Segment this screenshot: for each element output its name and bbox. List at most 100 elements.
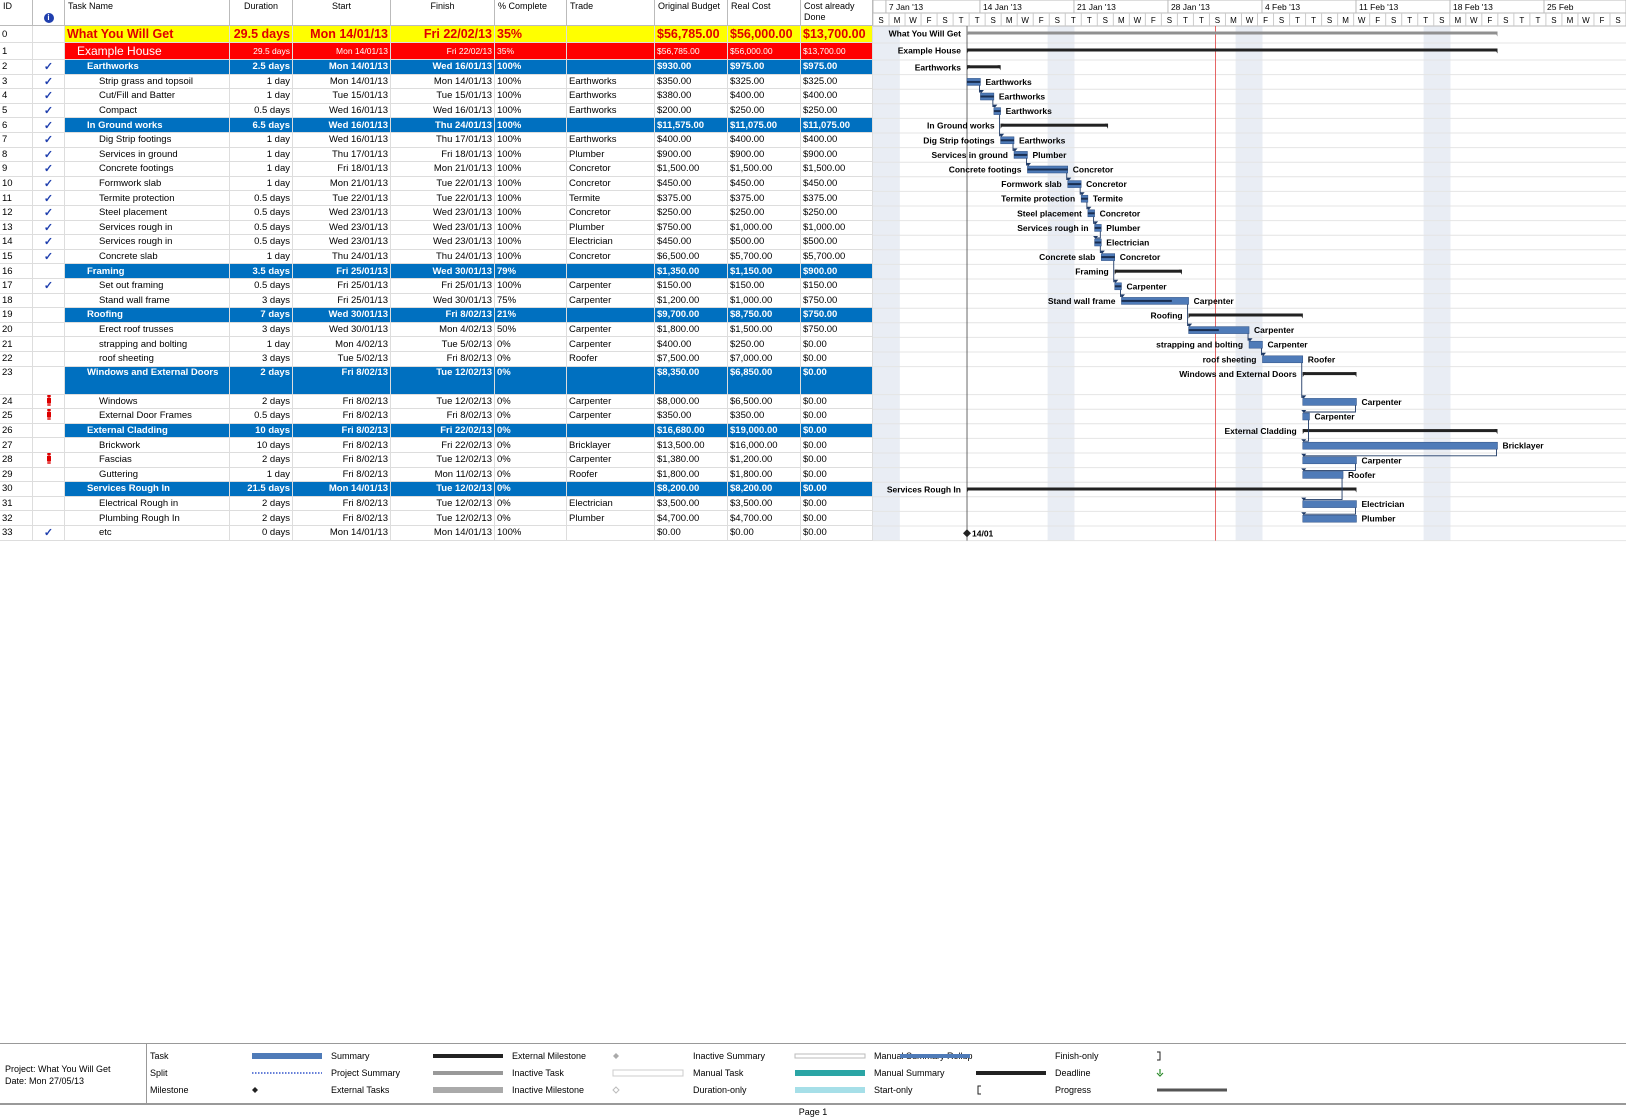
table-row[interactable]: 26 External Cladding 10 days Fri 8/02/13 Fri…	[0, 423, 873, 439]
cell-duration[interactable]: 0 days	[230, 526, 293, 541]
cell-start[interactable]: Mon 14/01/13	[293, 482, 391, 497]
cell-finish[interactable]: Mon 4/02/13	[391, 322, 495, 338]
table-row[interactable]: 10 ✓ Formwork slab 1 day Mon 21/01/13 Tue 22/…	[0, 176, 873, 192]
cell-trade[interactable]: Earthworks	[567, 74, 655, 90]
cell-id[interactable]: 0	[0, 26, 33, 43]
cell-complete[interactable]: 100%	[495, 526, 567, 541]
task-bar[interactable]	[1188, 326, 1250, 334]
cell-trade[interactable]: Carpenter	[567, 337, 655, 352]
cell-name[interactable]: Framing	[65, 264, 230, 279]
cell-name[interactable]: Strip grass and topsoil	[65, 74, 230, 90]
task-bar[interactable]	[1302, 456, 1357, 465]
cell-id[interactable]: 15	[0, 249, 33, 265]
cell-start[interactable]: Fri 8/02/13	[293, 423, 391, 439]
cell-name[interactable]: Stand wall frame	[65, 293, 230, 309]
cell-complete[interactable]: 0%	[495, 482, 567, 497]
cell-budget[interactable]: $350.00	[655, 74, 728, 90]
cell-duration[interactable]: 2.5 days	[230, 60, 293, 75]
cell-start[interactable]: Tue 22/01/13	[293, 191, 391, 206]
cell-done[interactable]: $0.00	[801, 366, 873, 395]
cell-done[interactable]: $250.00	[801, 206, 873, 221]
summary-bar[interactable]	[1302, 429, 1498, 435]
task-bar[interactable]	[1101, 253, 1115, 261]
cell-duration[interactable]: 3 days	[230, 352, 293, 367]
cell-duration[interactable]: 10 days	[230, 423, 293, 439]
cell-real[interactable]: $1,500.00	[728, 162, 801, 177]
cell-complete[interactable]: 100%	[495, 60, 567, 75]
cell-start[interactable]: Wed 23/01/13	[293, 235, 391, 250]
cell-done[interactable]: $13,700.00	[801, 26, 873, 43]
cell-finish[interactable]: Tue 15/01/13	[391, 89, 495, 104]
cell-trade[interactable]	[567, 60, 655, 75]
cell-name[interactable]: Plumbing Rough In	[65, 511, 230, 526]
cell-done[interactable]: $0.00	[801, 337, 873, 352]
task-bar[interactable]	[1087, 209, 1095, 218]
cell-complete[interactable]: 0%	[495, 352, 567, 367]
table-row[interactable]: 24 Windows 2 days Fri 8/02/13 Tue 12/02/13 0%…	[0, 394, 873, 410]
cell-real[interactable]: $6,850.00	[728, 366, 801, 395]
cell-start[interactable]: Wed 16/01/13	[293, 103, 391, 119]
cell-trade[interactable]	[567, 118, 655, 133]
cell-id[interactable]: 17	[0, 279, 33, 294]
cell-finish[interactable]: Fri 22/02/13	[391, 43, 495, 60]
cell-trade[interactable]: Earthworks	[567, 133, 655, 148]
cell-finish[interactable]: Mon 21/01/13	[391, 162, 495, 177]
cell-real[interactable]: $11,075.00	[728, 118, 801, 133]
cell-budget[interactable]: $0.00	[655, 526, 728, 541]
cell-real[interactable]: $1,500.00	[728, 322, 801, 338]
cell-trade[interactable]	[567, 26, 655, 43]
gantt-chart[interactable]: 7 Jan '13 14 Jan '13 21 Jan '13 28 Jan '13 4…	[873, 0, 1626, 547]
col-header-task-name[interactable]: Task Name	[65, 0, 230, 26]
cell-complete[interactable]: 100%	[495, 279, 567, 294]
cell-complete[interactable]: 100%	[495, 162, 567, 177]
col-header-cost-done[interactable]: Cost already Done	[801, 0, 873, 26]
table-row[interactable]: 18 Stand wall frame 3 days Fri 25/01/13 Wed …	[0, 293, 873, 309]
cell-finish[interactable]: Tue 22/01/13	[391, 176, 495, 192]
cell-complete[interactable]: 100%	[495, 118, 567, 133]
cell-start[interactable]: Wed 23/01/13	[293, 206, 391, 221]
cell-id[interactable]: 26	[0, 423, 33, 439]
task-bar[interactable]	[966, 78, 981, 86]
cell-id[interactable]: 13	[0, 220, 33, 236]
cell-real[interactable]: $975.00	[728, 60, 801, 75]
cell-done[interactable]: $1,000.00	[801, 220, 873, 236]
cell-start[interactable]: Fri 18/01/13	[293, 162, 391, 177]
col-header-trade[interactable]: Trade	[567, 0, 655, 26]
summary-bar[interactable]	[1302, 372, 1357, 378]
cell-budget[interactable]: $750.00	[655, 220, 728, 236]
cell-done[interactable]: $375.00	[801, 191, 873, 206]
cell-done[interactable]: $900.00	[801, 264, 873, 279]
cell-finish[interactable]: Tue 12/02/13	[391, 496, 495, 512]
cell-budget[interactable]: $250.00	[655, 206, 728, 221]
cell-duration[interactable]: 0.5 days	[230, 409, 293, 424]
cell-trade[interactable]: Earthworks	[567, 89, 655, 104]
cell-real[interactable]: $56,000.00	[728, 26, 801, 43]
cell-real[interactable]: $3,500.00	[728, 496, 801, 512]
cell-done[interactable]: $750.00	[801, 308, 873, 323]
cell-done[interactable]: $250.00	[801, 103, 873, 119]
cell-complete[interactable]: 0%	[495, 467, 567, 483]
cell-complete[interactable]: 0%	[495, 496, 567, 512]
cell-name[interactable]: Windows and External Doors	[65, 366, 230, 395]
cell-finish[interactable]: Mon 14/01/13	[391, 526, 495, 541]
cell-name[interactable]: Services rough in	[65, 235, 230, 250]
cell-start[interactable]: Thu 17/01/13	[293, 147, 391, 163]
cell-id[interactable]: 25	[0, 409, 33, 424]
cell-budget[interactable]: $4,700.00	[655, 511, 728, 526]
cell-real[interactable]: $1,150.00	[728, 264, 801, 279]
cell-complete[interactable]: 0%	[495, 511, 567, 526]
cell-trade[interactable]	[567, 308, 655, 323]
cell-start[interactable]: Fri 8/02/13	[293, 467, 391, 483]
cell-finish[interactable]: Fri 18/01/13	[391, 147, 495, 163]
cell-finish[interactable]: Thu 17/01/13	[391, 133, 495, 148]
cell-duration[interactable]: 29.5 days	[230, 43, 293, 60]
cell-real[interactable]: $500.00	[728, 235, 801, 250]
cell-start[interactable]: Mon 14/01/13	[293, 43, 391, 60]
cell-complete[interactable]: 0%	[495, 423, 567, 439]
cell-start[interactable]: Wed 30/01/13	[293, 322, 391, 338]
cell-start[interactable]: Mon 4/02/13	[293, 337, 391, 352]
cell-name[interactable]: Formwork slab	[65, 176, 230, 192]
cell-done[interactable]: $325.00	[801, 74, 873, 90]
cell-finish[interactable]: Fri 8/02/13	[391, 308, 495, 323]
table-row[interactable]: 4 ✓ Cut/Fill and Batter 1 day Tue 15/01/13 Tu…	[0, 89, 873, 104]
